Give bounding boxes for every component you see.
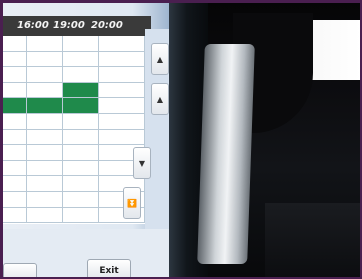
scroll-down-button[interactable]: ▼	[133, 147, 151, 179]
booked-slot[interactable]	[27, 98, 63, 114]
device-stand	[265, 203, 360, 277]
schedule-cell[interactable]	[27, 67, 63, 83]
exit-button[interactable]: Exit	[87, 259, 131, 277]
schedule-cell[interactable]	[63, 192, 99, 208]
schedule-cell[interactable]	[27, 114, 63, 130]
schedule-cell[interactable]	[27, 36, 63, 52]
schedule-cell[interactable]	[63, 51, 99, 68]
schedule-cell[interactable]	[27, 176, 63, 192]
time-label: 20:00	[91, 20, 123, 31]
schedule-cell[interactable]	[3, 82, 27, 99]
schedule-cell[interactable]	[3, 67, 27, 83]
time-label: 19:00	[53, 20, 85, 31]
schedule-cell[interactable]	[27, 192, 63, 208]
booked-slot[interactable]	[63, 82, 99, 99]
schedule-cell[interactable]	[27, 51, 63, 68]
schedule-cell[interactable]	[3, 192, 27, 208]
schedule-cell[interactable]	[27, 82, 63, 99]
schedule-cell[interactable]	[27, 129, 63, 146]
up-arrow-icon: ▲	[156, 94, 164, 104]
schedule-cell[interactable]	[27, 145, 63, 161]
schedule-cell[interactable]	[63, 176, 99, 192]
back-button[interactable]	[3, 263, 37, 277]
schedule-cell[interactable]	[27, 207, 63, 224]
scroll-up-button[interactable]: ▲	[151, 83, 169, 115]
schedule-cell[interactable]	[63, 67, 99, 83]
down-arrow-icon: ▼	[138, 158, 146, 168]
schedule-cell[interactable]	[63, 114, 99, 130]
schedule-cell[interactable]	[99, 114, 145, 130]
schedule-cell[interactable]	[3, 145, 27, 161]
touchscreen: 16:00 19:00 20:00 ▲ ▲ ▼ ⏬ Exit	[3, 3, 188, 277]
schedule-cell[interactable]	[63, 207, 99, 224]
double-down-arrow-icon: ⏬	[127, 198, 137, 208]
time-label: 16:00	[17, 20, 49, 31]
booked-slot[interactable]	[3, 98, 27, 114]
schedule-cell[interactable]	[63, 129, 99, 146]
up-arrow-icon: ▲	[156, 54, 164, 64]
schedule-cell[interactable]	[99, 67, 145, 83]
schedule-cell[interactable]	[3, 51, 27, 68]
photo-frame: 16:00 19:00 20:00 ▲ ▲ ▼ ⏬ Exit	[3, 3, 360, 277]
time-header: 16:00 19:00 20:00	[3, 16, 151, 36]
schedule-cell[interactable]	[99, 129, 145, 146]
schedule-cell[interactable]	[3, 129, 27, 146]
scroll-up-button[interactable]: ▲	[151, 43, 169, 75]
schedule-cell[interactable]	[63, 160, 99, 177]
schedule-cell[interactable]	[3, 207, 27, 224]
schedule-cell[interactable]	[3, 114, 27, 130]
scroll-bottom-button[interactable]: ⏬	[123, 187, 141, 219]
schedule-cell[interactable]	[3, 160, 27, 177]
device-handle	[197, 44, 255, 264]
schedule-cell[interactable]	[3, 36, 27, 52]
schedule-cell[interactable]	[63, 145, 99, 161]
booked-slot[interactable]	[63, 98, 99, 114]
schedule-cell[interactable]	[27, 160, 63, 177]
schedule-cell[interactable]	[3, 176, 27, 192]
schedule-cell[interactable]	[99, 98, 145, 114]
schedule-cell[interactable]	[63, 36, 99, 52]
schedule-cell[interactable]	[99, 82, 145, 99]
schedule-cell[interactable]	[99, 51, 145, 68]
schedule-cell[interactable]	[99, 36, 145, 52]
